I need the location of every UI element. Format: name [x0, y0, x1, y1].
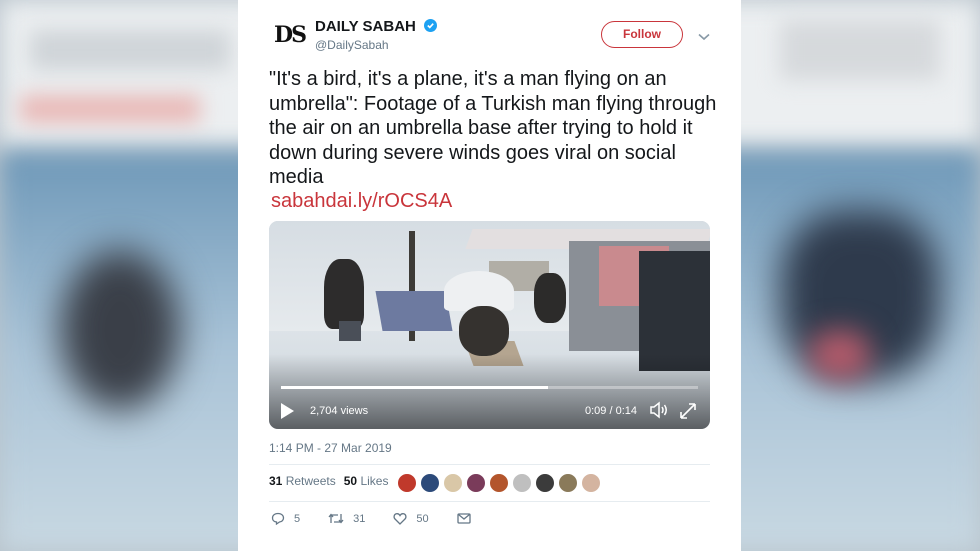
- retweets-label: Retweets: [285, 474, 336, 488]
- divider: [269, 501, 710, 502]
- liker-avatar[interactable]: [535, 473, 555, 493]
- liker-avatar[interactable]: [558, 473, 578, 493]
- liker-avatar[interactable]: [489, 473, 509, 493]
- chevron-down-icon[interactable]: [698, 28, 710, 46]
- divider: [269, 464, 710, 465]
- liker-avatar[interactable]: [443, 473, 463, 493]
- engagement-stats: 31 Retweets 50 Likes: [269, 474, 388, 488]
- account-handle[interactable]: @DailySabah: [315, 38, 389, 52]
- reply-icon: [271, 512, 285, 525]
- verified-icon: [424, 19, 438, 32]
- tweet-card: DS DAILY SABAH @DailySabah Follow "It's …: [238, 0, 741, 551]
- liker-avatar[interactable]: [420, 473, 440, 493]
- play-icon[interactable]: [279, 402, 295, 425]
- like-count: 50: [416, 512, 429, 525]
- reply-count: 5: [294, 512, 301, 525]
- liker-avatar[interactable]: [466, 473, 486, 493]
- follow-button[interactable]: Follow: [601, 21, 683, 48]
- volume-icon[interactable]: [649, 401, 669, 424]
- video-time: 0:09 / 0:14: [585, 405, 637, 417]
- account-name[interactable]: DAILY SABAH: [315, 18, 438, 35]
- liker-avatars: [397, 473, 604, 493]
- heart-icon: [393, 513, 407, 525]
- liker-avatar[interactable]: [397, 473, 417, 493]
- likes-stat[interactable]: 50 Likes: [344, 474, 389, 488]
- tweet-actions: 5 31 50: [271, 512, 508, 525]
- like-button[interactable]: 50: [393, 512, 429, 525]
- likes-count: 50: [343, 474, 358, 488]
- video-progress-fill: [281, 386, 548, 389]
- retweets-stat[interactable]: 31 Retweets: [269, 474, 336, 488]
- fullscreen-icon[interactable]: [679, 402, 697, 425]
- mail-icon: [456, 513, 471, 524]
- retweet-count: 31: [353, 512, 366, 525]
- retweets-count: 31: [269, 474, 283, 488]
- liker-avatar[interactable]: [512, 473, 532, 493]
- video-controls-overlay: [269, 354, 710, 429]
- likes-label: Likes: [360, 474, 389, 488]
- video-player[interactable]: 2,704 views 0:09 / 0:14: [269, 221, 710, 429]
- message-button[interactable]: [456, 513, 480, 524]
- tweet-link[interactable]: sabahdai.ly/rOCS4A: [271, 190, 452, 213]
- video-views: 2,704 views: [310, 405, 369, 417]
- video-progress-bar[interactable]: [281, 386, 698, 389]
- account-logo[interactable]: DS: [274, 21, 307, 49]
- retweet-icon: [328, 513, 344, 524]
- tweet-text: "It's a bird, it's a plane, it's a man f…: [269, 68, 717, 188]
- account-name-text[interactable]: DAILY SABAH: [315, 18, 416, 35]
- tweet-timestamp[interactable]: 1:14 PM - 27 Mar 2019: [269, 441, 392, 455]
- liker-avatar[interactable]: [581, 473, 601, 493]
- retweet-button[interactable]: 31: [328, 512, 365, 525]
- reply-button[interactable]: 5: [271, 512, 300, 525]
